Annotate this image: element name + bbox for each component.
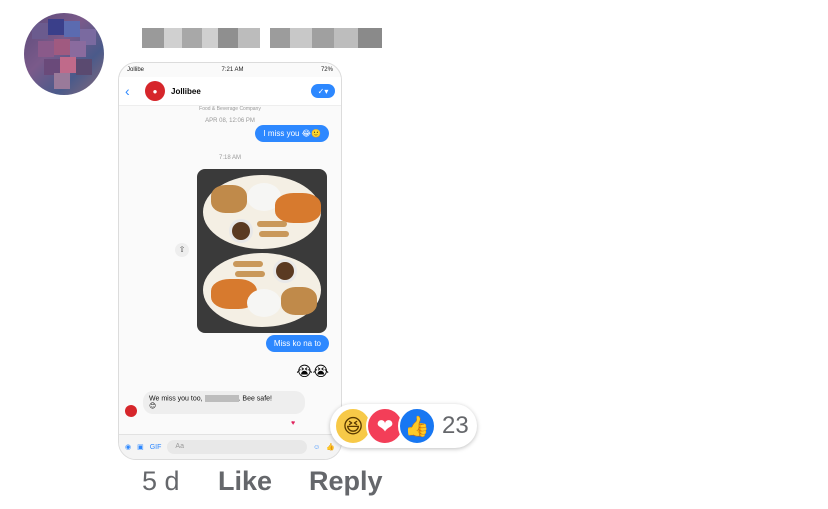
chat-title: Jollibee: [171, 86, 201, 96]
attached-screenshot[interactable]: Jollibe 7:21 AM 72% ‹ ● Jollibee ✓▾ Food…: [118, 62, 342, 460]
back-arrow-icon: ‹: [125, 83, 130, 99]
reaction-count: 23: [442, 412, 469, 439]
date-stamp: APR 08, 12:06 PM: [205, 118, 255, 124]
message-incoming: We miss you too, . Bee safe! 😊: [143, 391, 305, 415]
reply-button[interactable]: Reply: [309, 466, 383, 497]
message-outgoing-2: Miss ko na to: [265, 335, 329, 352]
reactions-summary[interactable]: 😆 ❤ 👍 23: [330, 404, 477, 448]
sender-logo-icon: [125, 405, 137, 417]
battery-text: 72%: [320, 67, 333, 73]
chat-subtitle: Food & Beverage Company: [199, 106, 261, 112]
reply-emoji: 😊: [149, 403, 157, 411]
photo-icon: ▣: [137, 444, 144, 451]
carrier-text: Jollibe: [127, 67, 145, 73]
emoji-message: 😭😭: [296, 363, 329, 379]
gif-icon: GIF: [149, 443, 162, 451]
share-icon: ⇧: [175, 243, 189, 257]
emoji-icon: ☺: [313, 443, 321, 451]
comment-actions: 5 d Like Reply: [142, 466, 420, 497]
status-bar: Jollibe 7:21 AM 72%: [119, 63, 341, 77]
food-photo: [197, 169, 327, 333]
composer-input: Aa: [167, 440, 308, 454]
clock-text: 7:21 AM: [221, 67, 244, 73]
reply-text-prefix: We miss you too,: [149, 395, 203, 403]
time-stamp: 7:18 AM: [218, 155, 241, 161]
check-dropdown-icon: ✓▾: [311, 84, 335, 98]
chat-header: ‹ ● Jollibee ✓▾: [119, 77, 341, 106]
comment-timestamp[interactable]: 5 d: [142, 466, 218, 497]
message-outgoing-1: I miss you 😂🙂: [255, 125, 329, 142]
like-icon: 👍: [326, 444, 335, 451]
like-button[interactable]: Like: [218, 466, 272, 497]
camera-icon: ◉: [125, 444, 132, 451]
commenter-name-redacted[interactable]: [142, 28, 382, 48]
reply-text-suffix: . Bee safe!: [238, 395, 272, 403]
like-reaction-icon: 👍: [398, 407, 436, 445]
message-composer: ◉ ▣ GIF Aa ☺ 👍: [119, 434, 341, 459]
heart-reaction-icon: ♥: [291, 420, 296, 427]
redacted-name: [204, 395, 239, 402]
jollibee-logo-icon: ●: [145, 81, 165, 101]
incoming-message-row: We miss you too, . Bee safe! 😊: [125, 391, 305, 417]
commenter-avatar[interactable]: [24, 13, 104, 95]
